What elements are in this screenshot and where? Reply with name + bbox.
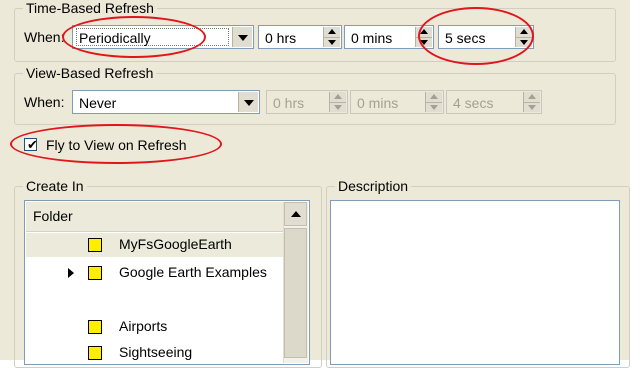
time-mins-spinner[interactable]: 0 mins <box>344 25 434 49</box>
view-when-label: When: <box>24 94 65 110</box>
spin-buttons[interactable] <box>515 27 532 47</box>
spin-down-icon[interactable] <box>416 37 432 47</box>
vertical-scrollbar[interactable] <box>283 202 308 363</box>
tree-item-airports[interactable]: Airports <box>26 315 284 339</box>
tree-item-label: Airports <box>119 318 168 334</box>
view-when-value: Never <box>79 95 117 111</box>
spin-down-icon <box>524 102 540 112</box>
folder-icon <box>88 266 102 280</box>
time-hours-spinner[interactable]: 0 hrs <box>258 25 342 49</box>
scroll-thumb[interactable] <box>284 228 307 358</box>
time-when-value: Periodically <box>79 30 151 46</box>
spin-buttons[interactable] <box>323 27 340 47</box>
time-secs-value: 5 secs <box>445 30 486 46</box>
fly-to-view-checkbox[interactable]: ✔ <box>24 137 38 152</box>
chevron-down-icon[interactable] <box>232 27 252 47</box>
spin-down-icon[interactable] <box>324 37 340 47</box>
view-based-refresh-label: View-Based Refresh <box>23 64 157 82</box>
create-in-label: Create In <box>23 177 87 195</box>
chevron-down-icon[interactable] <box>238 92 258 112</box>
spin-buttons <box>425 92 442 112</box>
description-label: Description <box>335 177 412 195</box>
folder-icon <box>88 320 102 334</box>
tree-item-google-earth-examples[interactable]: Google Earth Examples <box>26 261 284 285</box>
spin-buttons <box>523 92 540 112</box>
expand-arrow-icon[interactable] <box>68 268 74 278</box>
time-secs-spinner[interactable]: 5 secs <box>438 25 534 49</box>
time-based-refresh-label: Time-Based Refresh <box>23 0 157 17</box>
spin-down-icon <box>426 102 442 112</box>
tree-item-sightseeing[interactable]: Sightseeing <box>26 341 284 365</box>
time-hours-value: 0 hrs <box>265 30 297 46</box>
folder-column-header[interactable]: Folder <box>26 202 308 232</box>
time-when-dropdown[interactable]: Periodically <box>72 25 254 49</box>
view-mins-value: 0 mins <box>357 95 399 111</box>
tree-item-myfsgoogleearth[interactable]: MyFsGoogleEarth <box>26 233 284 257</box>
view-secs-value: 4 secs <box>453 95 494 111</box>
checkmark-icon: ✔ <box>27 137 38 152</box>
spin-buttons[interactable] <box>415 27 432 47</box>
spin-buttons <box>329 92 346 112</box>
scroll-up-icon[interactable] <box>284 202 307 226</box>
spin-down-icon[interactable] <box>516 37 532 47</box>
folder-column-label: Folder <box>33 208 73 224</box>
view-hours-value: 0 hrs <box>273 95 305 111</box>
tree-item-label: MyFsGoogleEarth <box>119 236 232 252</box>
tree-item-label: Google Earth Examples <box>119 264 267 280</box>
fly-to-view-label[interactable]: Fly to View on Refresh <box>46 136 187 154</box>
spin-down-icon <box>330 102 346 112</box>
folder-tree[interactable]: Folder MyFsGoogleEarth Google Earth Exam… <box>24 200 310 365</box>
view-mins-spinner: 0 mins <box>350 90 444 114</box>
view-secs-spinner: 4 secs <box>446 90 542 114</box>
view-hours-spinner: 0 hrs <box>266 90 348 114</box>
folder-icon <box>88 346 102 360</box>
network-link-properties-dialog: Time-Based Refresh When: Periodically 0 … <box>0 0 630 368</box>
description-textarea[interactable] <box>330 200 620 365</box>
time-when-label: When: <box>24 29 65 45</box>
tree-item-label: Sightseeing <box>119 344 193 360</box>
view-when-dropdown[interactable]: Never <box>72 90 260 114</box>
time-mins-value: 0 mins <box>351 30 393 46</box>
folder-icon <box>88 238 102 252</box>
